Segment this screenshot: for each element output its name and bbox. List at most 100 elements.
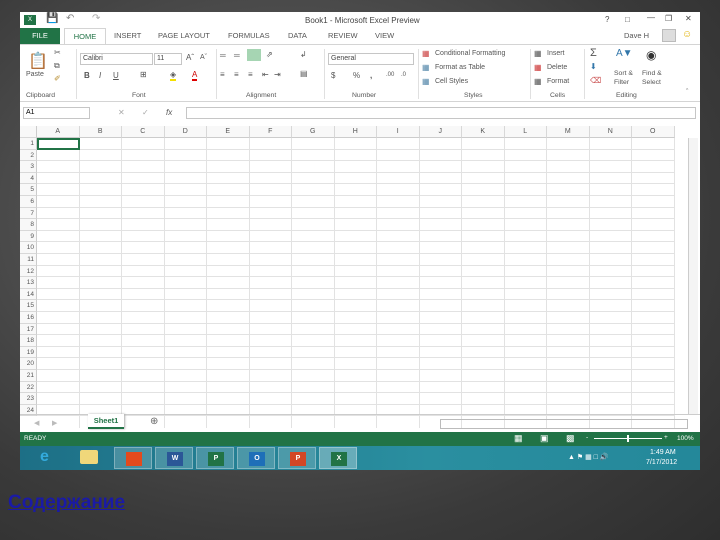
row-header[interactable]: 11 [20, 254, 37, 266]
row-header[interactable]: 22 [20, 381, 37, 394]
taskbar-word[interactable]: W [155, 447, 193, 469]
paste-label[interactable]: Paste [26, 71, 44, 78]
save-icon[interactable]: 💾 [46, 13, 58, 24]
taskbar-office[interactable] [114, 447, 152, 469]
row-header[interactable]: 13 [20, 277, 37, 289]
row-header[interactable]: 4 [20, 172, 37, 185]
column-header[interactable]: K [462, 126, 505, 138]
row-header[interactable]: 7 [20, 207, 37, 220]
column-header[interactable]: M [547, 126, 590, 138]
new-sheet-icon[interactable]: ⊕ [150, 416, 158, 427]
taskbar-powerpoint[interactable]: P [278, 447, 316, 469]
percent-button[interactable]: % [353, 71, 360, 80]
bottom-align-icon[interactable] [247, 49, 261, 61]
top-align-icon[interactable]: ═ [220, 51, 226, 60]
user-name[interactable]: Dave H [624, 31, 649, 40]
row-header[interactable]: 2 [20, 149, 37, 162]
file-explorer-icon[interactable] [80, 450, 98, 464]
format-painter-icon[interactable]: ✐ [54, 74, 61, 83]
number-format-select[interactable]: General [328, 53, 414, 65]
borders-icon[interactable]: ⊞ [140, 70, 147, 79]
tab-review[interactable]: REVIEW [328, 31, 358, 40]
undo-icon[interactable]: ↶ [66, 13, 74, 24]
currency-button[interactable]: $ [331, 71, 335, 80]
autosum-icon[interactable]: Σ [590, 47, 597, 59]
zoom-slider[interactable] [594, 435, 662, 442]
tab-page-layout[interactable]: PAGE LAYOUT [158, 31, 210, 40]
cell-styles-button[interactable]: Cell Styles [435, 78, 468, 85]
normal-view-icon[interactable]: ▦ [514, 433, 523, 444]
zoom-slider-thumb[interactable] [627, 435, 629, 442]
row-header[interactable]: 1 [20, 138, 37, 150]
help-icon[interactable]: ? [605, 15, 609, 24]
taskbar-excel[interactable]: X [319, 447, 357, 469]
merge-center-icon[interactable]: ▤ [300, 69, 308, 78]
row-header[interactable]: 15 [20, 300, 37, 312]
internet-explorer-icon[interactable]: e [40, 448, 49, 466]
column-header[interactable]: G [292, 126, 335, 138]
orientation-icon[interactable]: ⇗ [266, 50, 273, 59]
maximize-icon[interactable]: ❐ [665, 14, 672, 23]
middle-align-icon[interactable]: ═ [234, 51, 240, 60]
cut-icon[interactable]: ✂ [54, 48, 61, 57]
column-header[interactable]: H [334, 126, 377, 138]
column-header[interactable]: C [122, 126, 165, 138]
row-header[interactable]: 17 [20, 323, 37, 336]
cancel-icon[interactable]: ✕ [118, 108, 125, 117]
ribbon-display-icon[interactable]: □ [625, 15, 630, 24]
insert-function-button[interactable]: fx [166, 108, 172, 117]
italic-button[interactable]: I [99, 71, 101, 80]
row-header[interactable]: 8 [20, 219, 37, 231]
decrease-decimal-icon[interactable]: .0 [401, 72, 406, 78]
column-header[interactable]: O [632, 126, 675, 138]
row-header[interactable]: 21 [20, 370, 37, 382]
row-header[interactable]: 5 [20, 184, 37, 196]
column-header[interactable]: J [419, 126, 462, 138]
enter-icon[interactable]: ✓ [142, 108, 149, 117]
bold-button[interactable]: B [84, 71, 90, 80]
underline-button[interactable]: U [113, 71, 119, 80]
horizontal-scrollbar[interactable] [440, 419, 688, 429]
zoom-in-icon[interactable]: + [664, 434, 668, 441]
copy-icon[interactable]: ⧉ [54, 61, 60, 71]
zoom-out-icon[interactable]: - [586, 434, 588, 441]
grow-font-icon[interactable]: Aˆ [186, 53, 194, 62]
format-cells-button[interactable]: Format [547, 78, 569, 85]
sort-filter-label[interactable]: Sort & [614, 70, 633, 77]
column-header[interactable]: N [589, 126, 632, 138]
align-right-icon[interactable]: ≡ [248, 70, 253, 79]
column-header[interactable]: A [37, 126, 80, 138]
row-header[interactable]: 12 [20, 265, 37, 278]
row-header[interactable]: 9 [20, 230, 37, 243]
minimize-icon[interactable]: — [647, 13, 655, 22]
conditional-formatting-button[interactable]: Conditional Formatting [435, 50, 505, 57]
increase-decimal-icon[interactable]: .00 [386, 72, 394, 78]
column-header[interactable]: F [249, 126, 292, 138]
sheet-tab-sheet1[interactable]: Sheet1 [88, 414, 124, 429]
increase-indent-icon[interactable]: ⇥ [274, 70, 281, 79]
row-header[interactable]: 18 [20, 335, 37, 347]
center-icon[interactable]: ≡ [234, 70, 239, 79]
column-header[interactable]: I [377, 126, 420, 138]
font-size-select[interactable]: 11 [154, 53, 182, 65]
tab-view[interactable]: VIEW [375, 31, 394, 40]
paste-icon[interactable]: 📋 [28, 51, 48, 71]
page-break-view-icon[interactable]: ▩ [566, 433, 575, 444]
tab-data[interactable]: DATA [288, 31, 307, 40]
column-header[interactable]: D [164, 126, 207, 138]
formula-input[interactable] [186, 107, 696, 119]
comma-button[interactable]: , [370, 71, 372, 80]
find-select-label[interactable]: Find & [642, 70, 662, 77]
taskbar-outlook[interactable]: O [237, 447, 275, 469]
tray-icons[interactable]: ▲ ⚑ ▦ □ 🔊 [568, 453, 609, 461]
delete-cells-button[interactable]: Delete [547, 64, 567, 71]
scroll-sheets-left-icon[interactable]: ◀ [34, 419, 39, 427]
close-icon[interactable]: ✕ [685, 14, 692, 23]
insert-cells-button[interactable]: Insert [547, 50, 565, 57]
row-header[interactable]: 16 [20, 312, 37, 324]
scroll-sheets-right-icon[interactable]: ▶ [52, 419, 57, 427]
font-name-select[interactable]: Calibri [80, 53, 153, 65]
column-header[interactable]: B [79, 126, 122, 138]
row-header[interactable]: 3 [20, 161, 37, 173]
column-header[interactable]: L [504, 126, 547, 138]
